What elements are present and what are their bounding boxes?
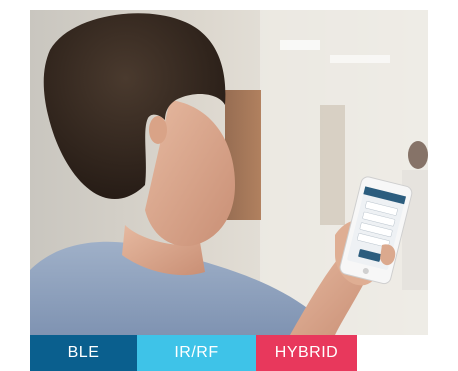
label-ir-rf: IR/RF [137, 335, 256, 371]
background-person [408, 141, 428, 169]
technology-label-bar: BLE IR/RF HYBRID [30, 335, 428, 371]
person-ear [149, 116, 167, 144]
hero-image-frame: BLE IR/RF HYBRID [30, 10, 428, 371]
label-ble: BLE [30, 335, 137, 371]
label-hybrid: HYBRID [256, 335, 357, 371]
hero-photo [30, 10, 428, 335]
